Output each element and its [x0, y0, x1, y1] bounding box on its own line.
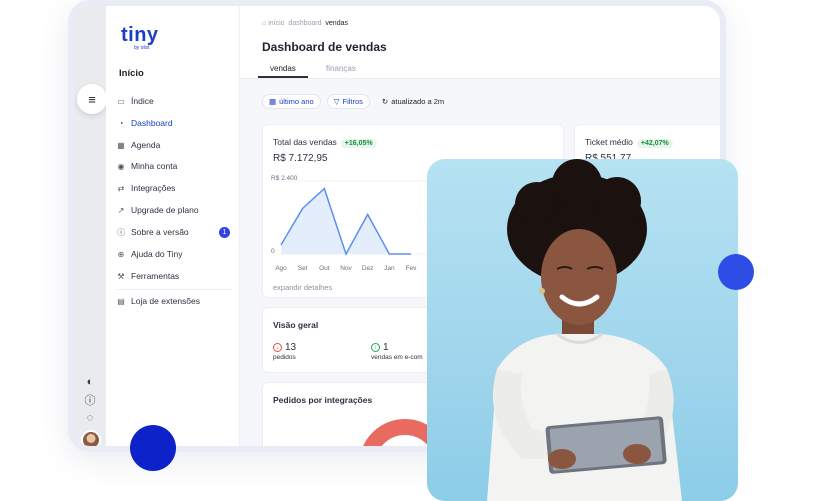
- woman-illustration: [487, 159, 682, 501]
- decorative-dot: [718, 254, 754, 290]
- sidebar-item-indice[interactable]: ▭ Índice: [116, 93, 234, 109]
- dashboard-icon: ◔: [118, 118, 124, 128]
- icon-rail: ≡ ◐ ⓘ ◌: [74, 6, 107, 446]
- breadcrumb-home[interactable]: início: [268, 20, 284, 27]
- sidebar-item-agenda[interactable]: ▦ Agenda: [116, 137, 234, 153]
- active-tab-indicator: [258, 76, 308, 78]
- help-icon[interactable]: ⓘ: [80, 390, 100, 410]
- rocket-icon: ↗: [117, 205, 125, 215]
- overview-title: Visão geral: [273, 320, 319, 330]
- sidebar-item-ajuda[interactable]: ⊕ Ajuda do Tiny: [116, 246, 234, 262]
- ticket-delta-badge: +42,07%: [636, 139, 673, 148]
- arrow-up-icon: ↑: [371, 343, 380, 352]
- ecom-sales-stat: ↑ 1 vendas em e-com: [371, 342, 423, 361]
- ecom-sales-stat-label: vendas em e-com: [371, 354, 423, 361]
- expand-details-link[interactable]: expandir detalhes: [273, 283, 332, 292]
- breadcrumb: ⌂ início dashboard vendas: [262, 20, 348, 27]
- refresh-icon: ↻: [381, 97, 389, 106]
- page-header: ⌂ início dashboard vendas Dashboard de v…: [240, 6, 720, 79]
- sidebar-item-minha-conta[interactable]: ◉ Minha conta: [116, 158, 234, 174]
- decorative-dot: [130, 425, 176, 471]
- sidebar-divider: [116, 289, 232, 290]
- ticket-card-title: Ticket médio +42,07%: [585, 137, 673, 148]
- woman-with-tablet-photo: [427, 159, 738, 501]
- notification-badge: 1: [219, 226, 230, 238]
- logo: tiny: [121, 24, 159, 46]
- avatar[interactable]: [81, 430, 101, 446]
- sidebar-item-loja[interactable]: ▤ Loja de extensões: [116, 293, 234, 309]
- orders-stat: ↓ 13 pedidos: [273, 342, 297, 361]
- breadcrumb-current: vendas: [325, 20, 348, 27]
- funnel-icon: ▽: [333, 97, 340, 106]
- wrench-icon: ⚒: [117, 271, 125, 281]
- x-tick-label: Dez: [362, 265, 374, 272]
- x-tick-label: Nov: [340, 265, 352, 272]
- menu-toggle-button[interactable]: ≡: [77, 84, 107, 114]
- y-tick-label: R$ 2.400: [271, 175, 298, 182]
- series-area: [281, 188, 411, 254]
- y-tick-label: 0: [271, 248, 275, 255]
- calendar-icon: ▦: [117, 140, 125, 150]
- breadcrumb-section[interactable]: dashboard: [288, 20, 321, 27]
- sidebar-item-integracoes[interactable]: ⇄ Integrações: [116, 180, 234, 196]
- x-tick-label: Jan: [384, 265, 395, 272]
- calendar-icon: ▦: [269, 97, 277, 106]
- sidebar-item-ferramentas[interactable]: ⚒ Ferramentas: [116, 268, 234, 284]
- filters-button[interactable]: ▽ Filtros: [326, 94, 370, 109]
- globe-icon: ⊕: [117, 249, 125, 259]
- map-icon: ▭: [117, 96, 125, 106]
- x-tick-label: Set: [298, 265, 308, 272]
- swap-icon: ⇄: [117, 183, 125, 193]
- arrow-down-icon: ↓: [273, 343, 282, 352]
- user-icon: ◉: [117, 161, 125, 171]
- sidebar-item-dashboard[interactable]: ◔ Dashboard: [116, 115, 234, 131]
- contrast-icon[interactable]: ◐: [80, 372, 100, 392]
- page-title: Dashboard de vendas: [262, 40, 387, 54]
- sidebar: tiny by olist Início ▭ Índice ◔ Dashboard …: [106, 6, 240, 446]
- logo-subtitle: by olist: [134, 45, 150, 51]
- bell-icon[interactable]: ◌: [80, 408, 100, 428]
- filter-bar: ▦ último ano ▽ Filtros ↻ atualizado a 2m: [262, 94, 450, 109]
- x-tick-label: Out: [319, 265, 330, 272]
- period-filter-button[interactable]: ▦ último ano: [262, 94, 321, 109]
- sidebar-item-upgrade[interactable]: ↗ Upgrade de plano: [116, 202, 234, 218]
- sidebar-title: Início: [119, 68, 144, 79]
- sidebar-item-sobre[interactable]: ⓘ Sobre a versão 1: [116, 224, 234, 240]
- orders-stat-label: pedidos: [273, 354, 296, 361]
- refresh-status[interactable]: ↻ atualizado a 2m: [376, 94, 450, 109]
- store-icon: ▤: [117, 296, 125, 306]
- x-tick-label: Ago: [275, 265, 287, 272]
- integrations-title: Pedidos por integrações: [273, 395, 373, 405]
- info-icon: ⓘ: [117, 227, 125, 237]
- tab-vendas[interactable]: vendas: [270, 64, 296, 73]
- x-tick-label: Fev: [406, 265, 418, 272]
- tab-financas[interactable]: finanças: [326, 64, 356, 73]
